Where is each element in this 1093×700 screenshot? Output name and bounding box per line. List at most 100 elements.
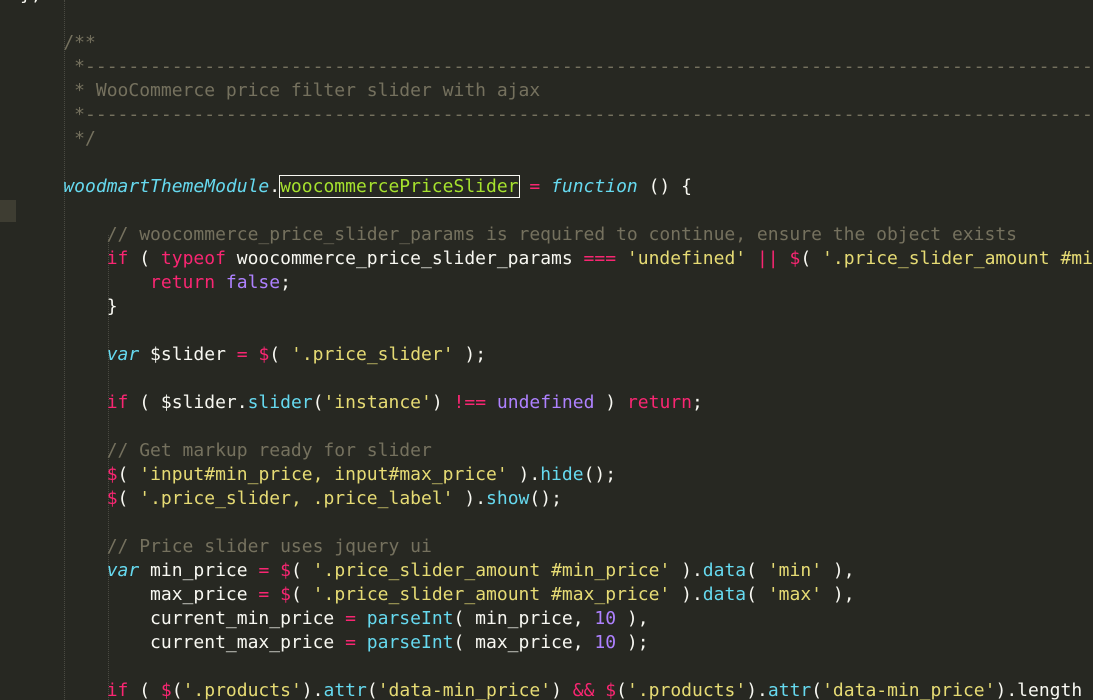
code-token-plain: (: [746, 584, 768, 605]
code-token-plain: (: [616, 680, 627, 700]
code-line[interactable]: return false;: [20, 271, 291, 295]
code-line[interactable]: */: [20, 127, 96, 151]
code-token-plain: ;: [691, 392, 703, 413]
code-token-plain: (: [290, 584, 313, 605]
code-token-plain: ).: [301, 680, 324, 700]
code-token-keyword: if: [20, 680, 129, 700]
code-token-plain: ): [594, 392, 627, 413]
code-line[interactable]: if ( typeof woocommerce_price_slider_par…: [20, 247, 1093, 271]
code-token-operator: $: [280, 584, 291, 605]
code-token-string: 'data-min_price': [377, 680, 552, 700]
code-token-operator: =: [529, 176, 541, 197]
code-line[interactable]: /**: [20, 31, 96, 55]
code-token-comment: */: [20, 128, 96, 149]
code-line[interactable]: *---------------------------------------…: [20, 103, 1093, 127]
code-token-method: parseInt: [366, 632, 454, 653]
code-token-plain: );: [616, 632, 649, 653]
code-token-plain: max_price: [20, 584, 259, 605]
code-token-string: 'max': [767, 584, 823, 605]
code-token-operator: &&: [572, 680, 595, 700]
code-token-plain: $slider: [139, 344, 237, 365]
code-token-method: hide: [540, 464, 584, 485]
code-line[interactable]: var min_price = $( '.price_slider_amount…: [20, 559, 855, 583]
code-token-plain: (: [171, 680, 183, 700]
code-token-plain: ();: [529, 488, 562, 509]
code-line[interactable]: *---------------------------------------…: [20, 55, 1093, 79]
code-token-operator: $: [258, 344, 270, 365]
code-token-operator: !==: [453, 392, 487, 413]
code-line[interactable]: // woocommerce_price_slider_params is re…: [20, 223, 1017, 247]
code-token-keyword: typeof: [160, 248, 226, 269]
code-token-plain: min_price: [139, 560, 259, 581]
code-token-string: '.price_slider_amount #min_price' ).leng…: [822, 248, 1093, 269]
code-token-operator: ===: [583, 248, 617, 269]
code-token-number: 10: [594, 608, 617, 629]
code-token-plain: ();: [583, 464, 617, 485]
code-token-plain: ): [431, 392, 454, 413]
code-token-plain: ).length: [995, 680, 1083, 700]
code-token-plain: ).: [453, 488, 487, 509]
code-token-comment: * WooCommerce price filter slider with a…: [20, 80, 541, 101]
code-token-operator: $: [20, 464, 118, 485]
code-token-plain: ).: [670, 560, 703, 581]
code-line[interactable]: * WooCommerce price filter slider with a…: [20, 79, 540, 103]
code-token-plain: ( min_price,: [453, 608, 595, 629]
code-token-plain: ),: [822, 560, 855, 581]
code-token-storage: var: [20, 560, 140, 581]
code-line[interactable]: // Get markup ready for slider: [20, 439, 432, 463]
code-token-plain: (: [269, 344, 291, 365]
code-line[interactable]: };: [20, 0, 42, 7]
code-token-method: data: [702, 584, 747, 605]
code-token-object: woodmartThemeModule: [20, 176, 270, 197]
code-token-plain: (: [128, 680, 161, 700]
code-token-string: 'min': [767, 560, 823, 581]
code-token-plain: (: [800, 248, 823, 269]
code-token-operator: =: [258, 584, 270, 605]
code-token-plain: ),: [822, 584, 855, 605]
code-token-plain: (: [290, 560, 313, 581]
code-token-operator: =: [236, 344, 248, 365]
code-token-string: 'input#min_price, input#max_price': [139, 464, 508, 485]
code-token-plain: ( $slider.: [128, 392, 248, 413]
code-line[interactable]: current_min_price = parseInt( min_price,…: [20, 607, 649, 631]
code-token-storage: var: [20, 344, 140, 365]
code-line[interactable]: if ( $slider.slider('instance') !== unde…: [20, 391, 703, 415]
code-line[interactable]: // Price slider uses jquery ui: [20, 535, 432, 559]
code-token-storage: function: [551, 176, 638, 197]
code-token-string: 'undefined': [626, 248, 747, 269]
code-token-plain: ).: [507, 464, 541, 485]
code-line[interactable]: current_max_price = parseInt( max_price,…: [20, 631, 649, 655]
code-token-plain: current_min_price: [20, 608, 346, 629]
code-token-plain: (: [811, 680, 823, 700]
code-token-plain: }: [20, 296, 118, 317]
code-token-number: 10: [594, 632, 617, 653]
code-line[interactable]: var $slider = $( '.price_slider' );: [20, 343, 486, 367]
code-token-property: woocommercePriceSlider: [279, 175, 520, 198]
code-line[interactable]: $( '.price_slider, .price_label' ).show(…: [20, 487, 562, 511]
code-token-plain: ).: [746, 680, 768, 700]
code-line[interactable]: max_price = $( '.price_slider_amount #ma…: [20, 583, 855, 607]
code-line[interactable]: }: [20, 295, 118, 319]
code-token-keyword: return: [626, 392, 692, 413]
code-token-plain: ).: [670, 584, 703, 605]
code-token-method: parseInt: [366, 608, 454, 629]
code-line[interactable]: $( 'input#min_price, input#max_price' ).…: [20, 463, 616, 487]
code-line[interactable]: if ( $('.products').attr('data-min_price…: [20, 679, 1083, 700]
code-token-method: slider: [247, 392, 313, 413]
code-editor[interactable]: }; /** *--------------------------------…: [0, 0, 1093, 700]
code-token-constant: undefined: [496, 392, 595, 413]
code-line[interactable]: woodmartThemeModule.woocommercePriceSlid…: [20, 175, 692, 199]
code-token-string: 'data-min_price': [822, 680, 996, 700]
code-token-plain: (: [117, 488, 140, 509]
